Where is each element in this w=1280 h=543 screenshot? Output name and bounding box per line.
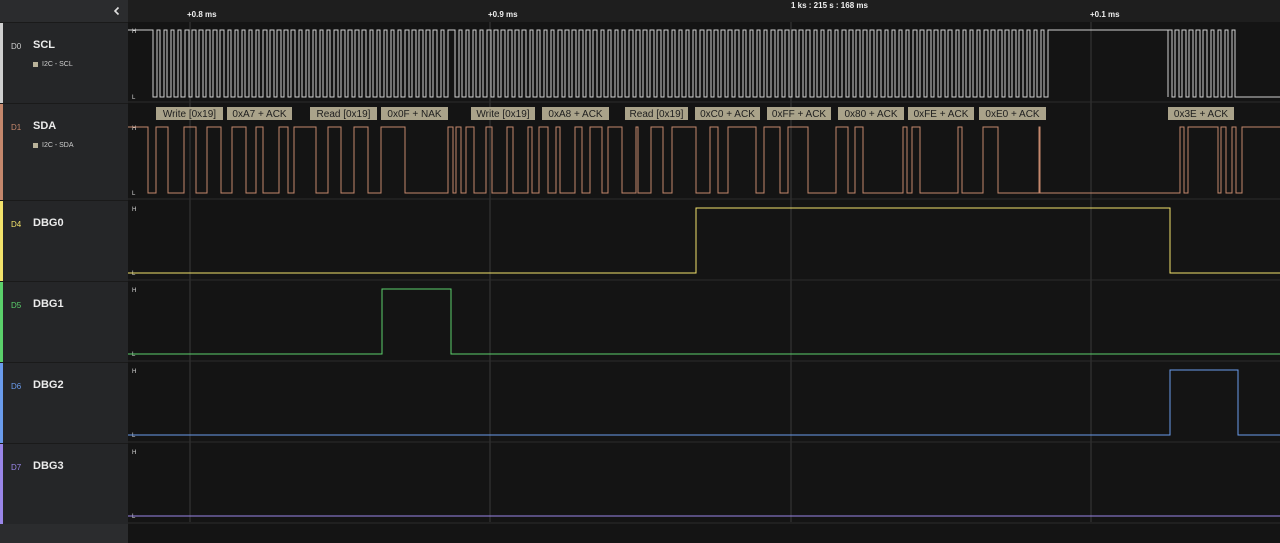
channel-header-dbg2[interactable]: D6 DBG2 xyxy=(0,362,128,443)
decoded-frame-label[interactable]: 0xA7 + ACK xyxy=(227,107,292,120)
analyzer-swatch-icon xyxy=(33,143,38,148)
waveform-plot[interactable]: HLHLHLHLHLHL Write [0x19] 0xA7 + ACK Read … xyxy=(128,0,1280,543)
frame-text: 0x3E + ACK xyxy=(1174,109,1229,120)
channel-name[interactable]: DBG0 xyxy=(33,217,64,229)
analyzer-tag[interactable]: I2C - SDA xyxy=(33,142,74,149)
channel-name[interactable]: DBG3 xyxy=(33,460,64,472)
frame-text: Write [0x19] xyxy=(476,109,529,120)
channel-index: D6 xyxy=(11,382,22,391)
frame-text: 0xA7 + ACK xyxy=(232,109,287,120)
sidebar-header xyxy=(0,0,128,22)
channel-header-sda[interactable]: D1 SDA I2C - SDA xyxy=(0,103,128,200)
analyzer-label: I2C - SCL xyxy=(42,61,73,68)
channel-color-bar xyxy=(0,363,3,443)
level-high-label: H xyxy=(132,207,136,213)
frame-text: 0xC0 + ACK xyxy=(700,109,755,120)
frame-text: 0xFF + ACK xyxy=(772,109,827,120)
frame-text: 0xE0 + ACK xyxy=(985,109,1040,120)
channel-header-dbg3[interactable]: D7 DBG3 xyxy=(0,443,128,524)
level-high-label: H xyxy=(132,450,136,456)
decoded-frame-label[interactable]: 0xFE + ACK xyxy=(908,107,974,120)
frame-text: Read [0x19] xyxy=(630,109,684,120)
decoded-frame-label[interactable]: 0xFF + ACK xyxy=(767,107,831,120)
analyzer-tag[interactable]: I2C - SCL xyxy=(33,61,73,68)
channel-index: D7 xyxy=(11,463,22,472)
channel-color-bar xyxy=(0,444,3,524)
channel-index: D1 xyxy=(11,123,22,132)
frame-text: 0xFE + ACK xyxy=(914,109,969,120)
decoded-frame-label[interactable]: 0xC0 + ACK xyxy=(695,107,760,120)
channel-header-scl[interactable]: D0 SCL I2C - SCL xyxy=(0,22,128,103)
level-high-label: H xyxy=(132,369,136,375)
frame-text: Read [0x19] xyxy=(317,109,371,120)
channel-name[interactable]: DBG1 xyxy=(33,298,64,310)
channel-color-bar xyxy=(0,23,3,103)
frame-text: 0x0F + NAK xyxy=(387,109,442,120)
frame-text: Write [0x19] xyxy=(163,109,216,120)
decoded-frame-label[interactable]: 0x3E + ACK xyxy=(1168,107,1234,120)
channel-header-dbg0[interactable]: D4 DBG0 xyxy=(0,200,128,281)
decoded-frame-label[interactable]: 0x80 + ACK xyxy=(838,107,904,120)
channel-color-bar xyxy=(0,201,3,281)
decoded-frame-label[interactable]: Read [0x19] xyxy=(625,107,688,120)
channel-color-bar xyxy=(0,282,3,362)
channel-name[interactable]: DBG2 xyxy=(33,379,64,391)
decoded-frame-label[interactable]: 0xA8 + ACK xyxy=(542,107,609,120)
channel-color-bar xyxy=(0,104,3,200)
frame-text: 0xA8 + ACK xyxy=(548,109,603,120)
decoded-frame-label[interactable]: 0xE0 + ACK xyxy=(979,107,1046,120)
decoded-frame-label[interactable]: 0x0F + NAK xyxy=(381,107,448,120)
channel-index: D5 xyxy=(11,301,22,310)
channel-index: D0 xyxy=(11,42,22,51)
channel-header-dbg1[interactable]: D5 DBG1 xyxy=(0,281,128,362)
channel-name[interactable]: SCL xyxy=(33,39,55,51)
level-high-label: H xyxy=(132,288,136,294)
chevron-left-icon[interactable] xyxy=(108,2,126,20)
channel-name[interactable]: SDA xyxy=(33,120,56,132)
analyzer-label: I2C - SDA xyxy=(42,142,74,149)
decoded-frame-label[interactable]: Write [0x19] xyxy=(156,107,223,120)
decoded-frame-label[interactable]: Write [0x19] xyxy=(471,107,535,120)
frame-text: 0x80 + ACK xyxy=(844,109,897,120)
decoded-frame-label[interactable]: Read [0x19] xyxy=(310,107,377,120)
analyzer-swatch-icon xyxy=(33,62,38,67)
channel-index: D4 xyxy=(11,220,22,229)
